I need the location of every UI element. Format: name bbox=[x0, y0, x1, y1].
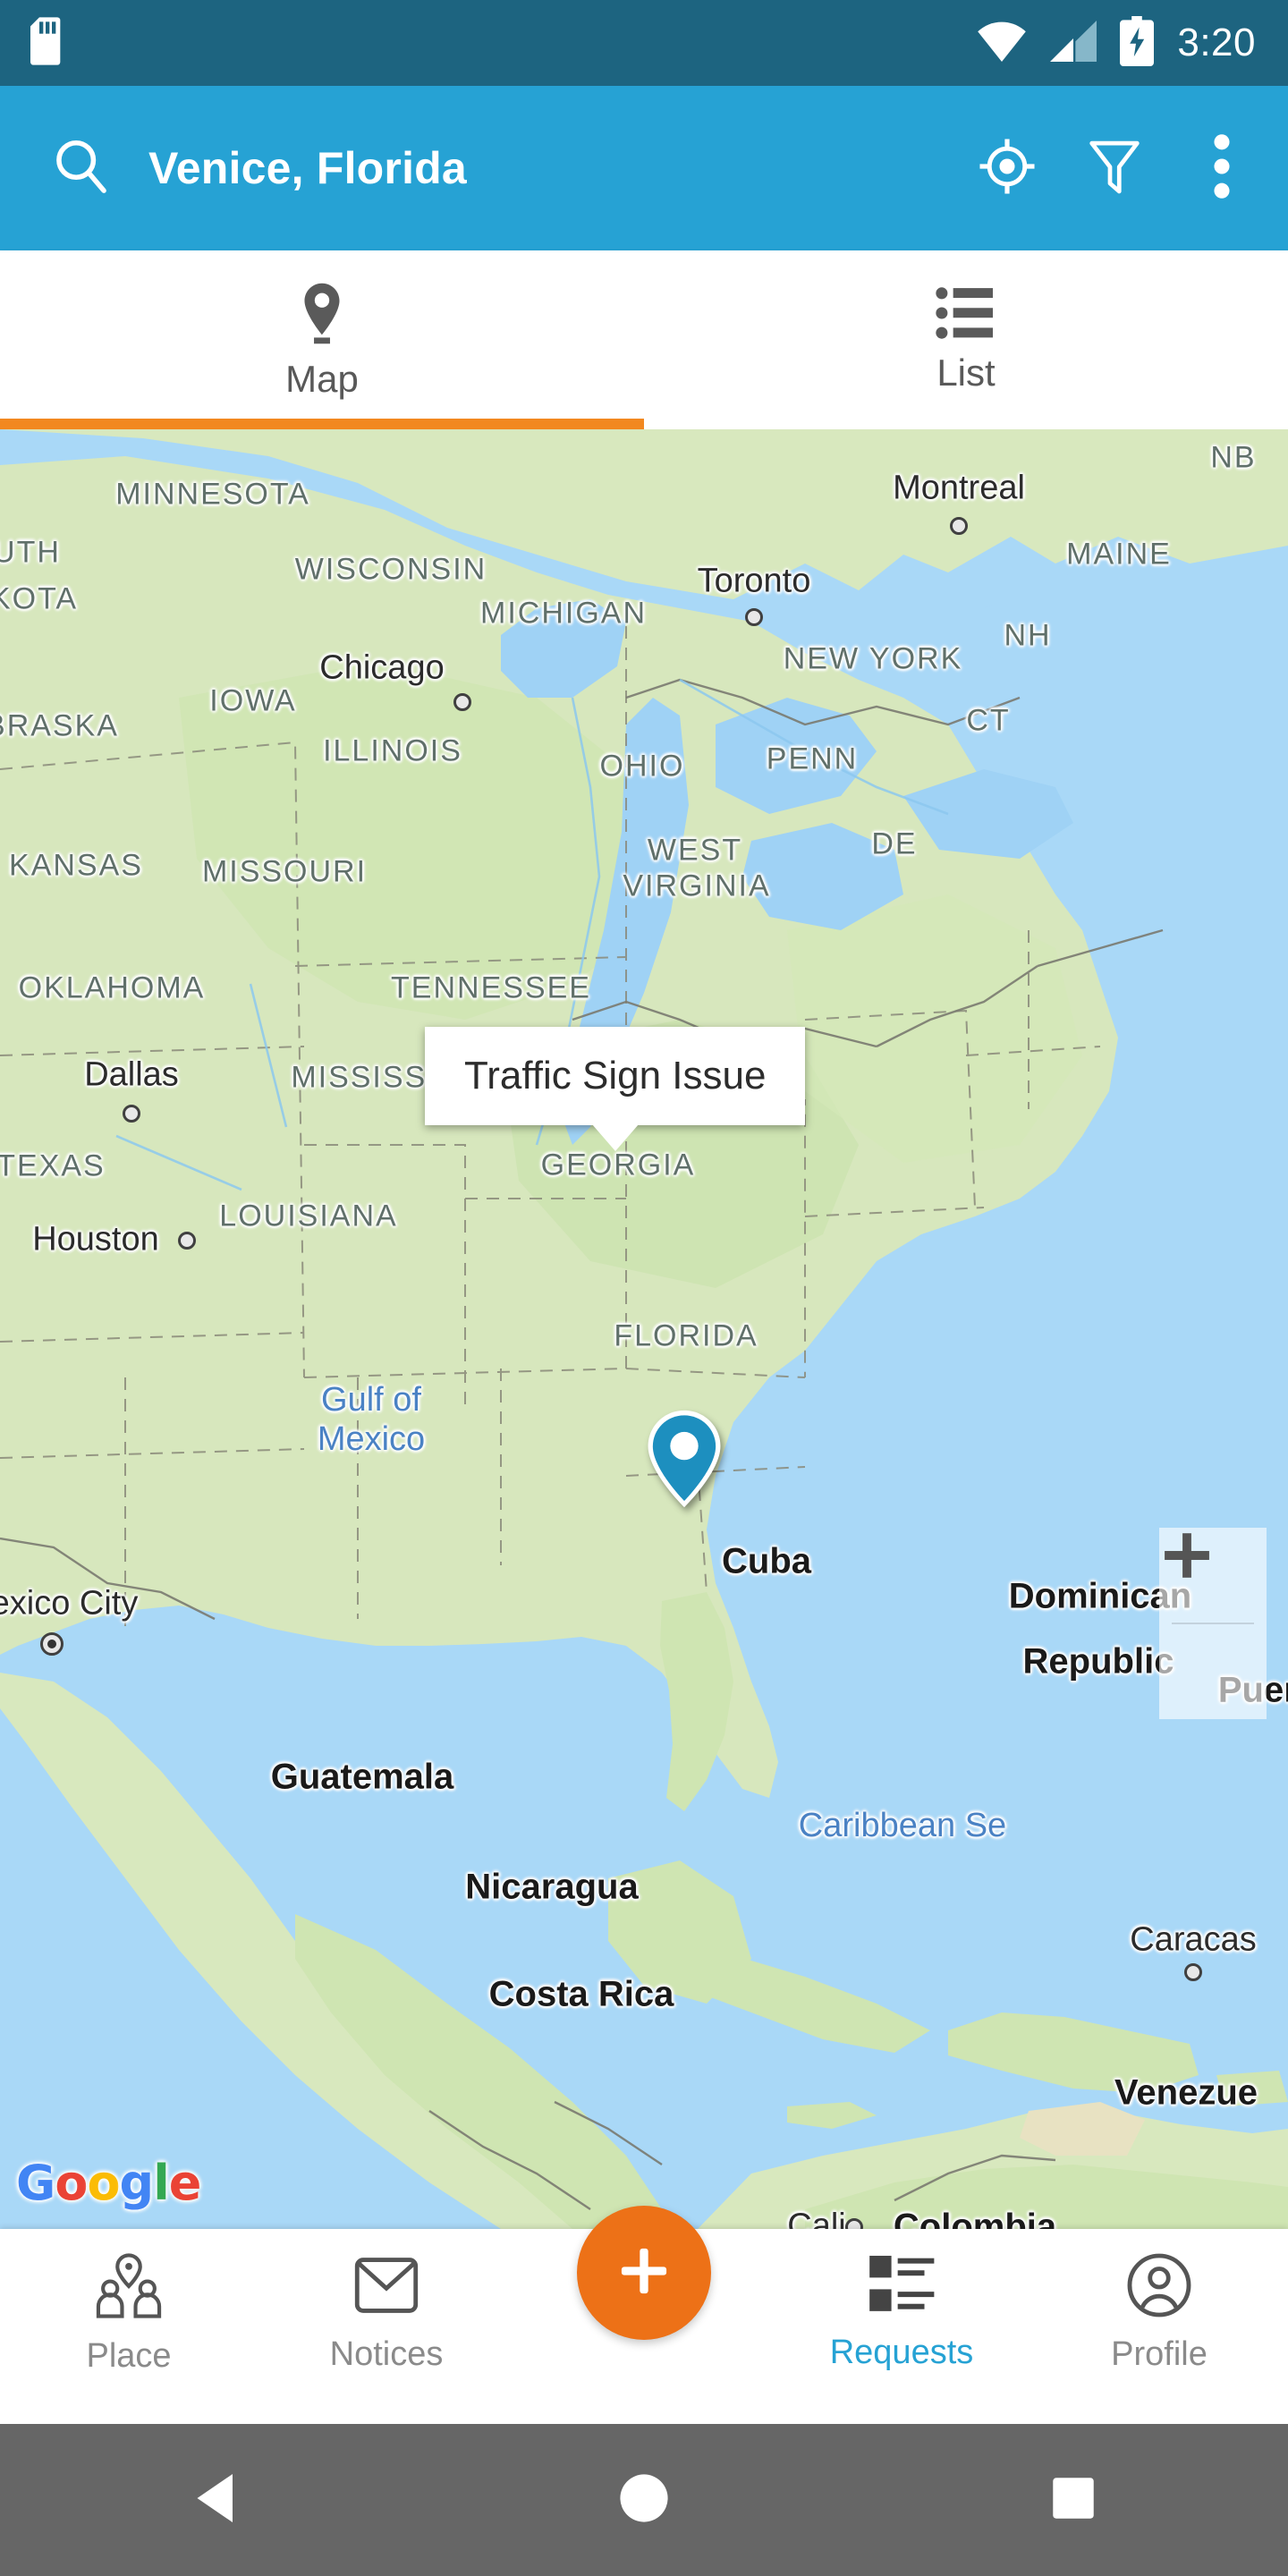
back-triangle-icon bbox=[190, 2471, 240, 2529]
city-dot-2 bbox=[453, 693, 471, 711]
city-dot-1 bbox=[745, 608, 763, 626]
minus-icon bbox=[1165, 1551, 1209, 1560]
map-info-window[interactable]: Traffic Sign Issue bbox=[425, 1027, 806, 1151]
plus-icon bbox=[613, 2240, 675, 2307]
google-attribution-logo: Google bbox=[16, 2155, 202, 2211]
status-bar-left-icons bbox=[0, 16, 66, 70]
tab-map-label: Map bbox=[285, 357, 359, 400]
zoom-out-button[interactable] bbox=[1159, 1551, 1267, 1719]
app-bar-actions bbox=[957, 118, 1288, 218]
android-recents-button[interactable] bbox=[993, 2424, 1154, 2576]
google-letter-o1: o bbox=[55, 2155, 88, 2211]
info-window-tail bbox=[591, 1124, 639, 1151]
phone-screen: 3:20 Venice, Florida Map List MINNESOTA … bbox=[0, 0, 1288, 2576]
envelope-icon bbox=[353, 2252, 419, 2323]
nav-item-profile[interactable]: Profile bbox=[1030, 2229, 1288, 2374]
nav-label-place: Place bbox=[86, 2337, 172, 2375]
add-request-fab[interactable] bbox=[577, 2206, 711, 2340]
status-bar-right-icons: 3:20 bbox=[977, 15, 1288, 71]
overflow-menu-icon bbox=[1213, 132, 1231, 205]
map-zoom-controls[interactable] bbox=[1159, 1528, 1267, 1719]
city-dot-0 bbox=[950, 517, 968, 535]
google-letter-o2: o bbox=[87, 2155, 120, 2211]
sd-card-icon bbox=[30, 16, 66, 70]
battery-charging-icon bbox=[1120, 15, 1155, 71]
city-dot-6 bbox=[1184, 1963, 1202, 1981]
app-bar-title: Venice, Florida bbox=[148, 143, 467, 193]
tab-list-label: List bbox=[936, 351, 996, 394]
google-letter-e: e bbox=[168, 2155, 202, 2211]
filter-button[interactable] bbox=[1064, 118, 1165, 218]
google-letter-l: l bbox=[153, 2155, 169, 2211]
map-canvas[interactable]: MINNESOTAWISCONSINMICHIGANUTHKOTAIOWABRA… bbox=[0, 429, 1288, 2229]
map-pin-icon bbox=[296, 280, 348, 351]
request-list-icon bbox=[868, 2252, 936, 2321]
map-geometry bbox=[0, 429, 1288, 2229]
nav-item-notices[interactable]: Notices bbox=[258, 2229, 515, 2374]
google-letter-g: G bbox=[16, 2155, 55, 2211]
app-bar: Venice, Florida bbox=[0, 86, 1288, 250]
nav-item-requests[interactable]: Requests bbox=[773, 2229, 1030, 2372]
android-home-button[interactable] bbox=[564, 2424, 724, 2576]
place-people-icon bbox=[94, 2252, 164, 2325]
tab-map[interactable]: Map bbox=[0, 250, 644, 429]
wifi-icon bbox=[977, 21, 1027, 66]
home-circle-icon bbox=[618, 2472, 670, 2529]
tab-active-indicator bbox=[0, 419, 644, 429]
tab-bar: Map List bbox=[0, 250, 1288, 429]
search-icon bbox=[50, 135, 113, 202]
nav-item-place[interactable]: Place bbox=[0, 2229, 258, 2376]
android-navigation-bar bbox=[0, 2424, 1288, 2576]
filter-icon bbox=[1089, 138, 1140, 199]
city-dot-5 bbox=[40, 1632, 64, 1656]
google-letter-g2: g bbox=[119, 2155, 155, 2211]
android-back-button[interactable] bbox=[134, 2424, 295, 2576]
profile-circle-icon bbox=[1126, 2252, 1192, 2323]
status-bar-clock: 3:20 bbox=[1177, 21, 1256, 64]
overflow-menu-button[interactable] bbox=[1172, 118, 1272, 218]
nav-label-requests: Requests bbox=[829, 2334, 974, 2371]
list-icon bbox=[936, 286, 996, 344]
cellular-signal-icon bbox=[1050, 20, 1097, 66]
nav-label-notices: Notices bbox=[329, 2335, 444, 2373]
status-bar: 3:20 bbox=[0, 0, 1288, 86]
bottom-navigation-bar: Place Notices Requests Profile bbox=[0, 2206, 1288, 2424]
info-window-title: Traffic Sign Issue bbox=[464, 1054, 767, 1097]
search-button[interactable] bbox=[29, 135, 134, 202]
tab-list[interactable]: List bbox=[644, 250, 1288, 429]
my-location-button[interactable] bbox=[957, 118, 1057, 218]
city-dot-4 bbox=[178, 1232, 196, 1250]
city-dot-3 bbox=[123, 1105, 140, 1123]
recents-square-icon bbox=[1051, 2476, 1096, 2525]
my-location-icon bbox=[978, 137, 1037, 200]
nav-label-profile: Profile bbox=[1111, 2335, 1208, 2373]
